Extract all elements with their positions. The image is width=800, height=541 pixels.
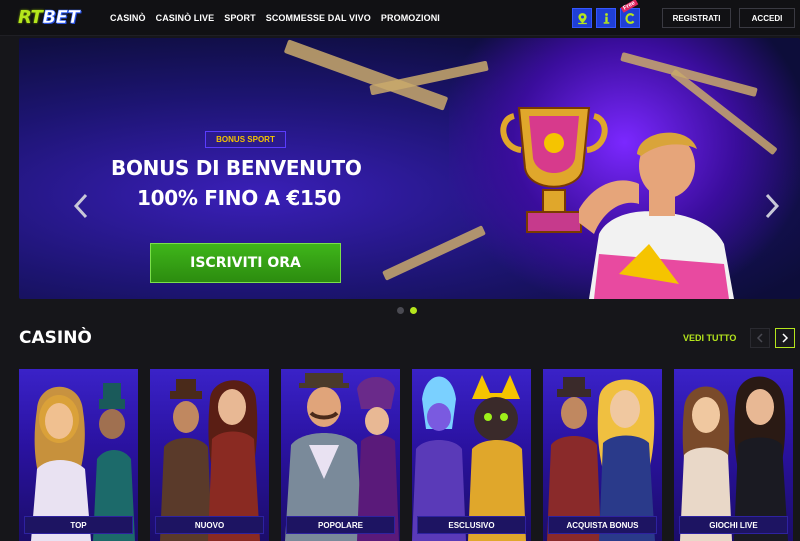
category-label: ACQUISTA BONUS (548, 516, 657, 534)
nav-casino[interactable]: CASINÒ (110, 13, 146, 23)
category-label: NUOVO (155, 516, 264, 534)
nav-sport[interactable]: SPORT (224, 13, 256, 23)
top-bar: RTBET CASINÒ CASINÒ LIVE SPORT SCOMMESSE… (0, 0, 800, 36)
carousel-prev-icon[interactable] (72, 192, 90, 220)
category-label: GIOCHI LIVE (679, 516, 788, 534)
nav-promozioni[interactable]: PROMOZIONI (381, 13, 440, 23)
category-label: POPOLARE (286, 516, 395, 534)
rtbet-logo[interactable]: RTBET (18, 7, 80, 29)
carousel-dots (397, 307, 417, 314)
chevron-left-icon (756, 333, 763, 343)
player-illustration (579, 132, 734, 299)
carousel-next-icon[interactable] (763, 192, 781, 220)
category-card-esclusivo[interactable]: ESCLUSIVO (412, 369, 531, 541)
hero-title: BONUS DI BENVENUTO (111, 156, 362, 180)
category-label: ESCLUSIVO (417, 516, 526, 534)
info-icon[interactable] (596, 8, 616, 28)
page: RTBET CASINÒ CASINÒ LIVE SPORT SCOMMESSE… (0, 0, 800, 541)
hero-banner[interactable]: BONUS SPORT BONUS DI BENVENUTO 100% FINO… (19, 38, 800, 299)
chevron-right-icon (782, 333, 789, 343)
nav-scommesse-dal-vivo[interactable]: SCOMMESSE DAL VIVO (266, 13, 371, 23)
category-card-popolare[interactable]: POPOLARE (281, 369, 400, 541)
carousel-dot[interactable] (397, 307, 404, 314)
category-label: TOP (24, 516, 133, 534)
category-card-nuovo[interactable]: NUOVO (150, 369, 269, 541)
main-nav: CASINÒ CASINÒ LIVE SPORT SCOMMESSE DAL V… (110, 0, 440, 36)
section-next-button[interactable] (775, 328, 795, 348)
bonus-badge: BONUS SPORT (205, 131, 286, 148)
header-icons (572, 8, 640, 28)
category-card-acquista-bonus[interactable]: ACQUISTA BONUS (543, 369, 662, 541)
location-icon[interactable] (572, 8, 592, 28)
logo-rt: RT (18, 7, 43, 28)
category-cards: TOP NUOVO POPOLARE ESCLUSIVO ACQUISTA BO… (19, 369, 793, 541)
section-title-casino: CASINÒ (19, 328, 92, 348)
hero-subtitle: 100% FINO A €150 (137, 186, 341, 210)
category-card-giochi-live[interactable]: GIOCHI LIVE (674, 369, 793, 541)
section-prev-button[interactable] (750, 328, 770, 348)
carousel-dot-active[interactable] (410, 307, 417, 314)
signup-cta-button[interactable]: ISCRIVITI ORA (150, 243, 341, 283)
register-button[interactable]: REGISTRATI (662, 8, 731, 28)
category-card-top[interactable]: TOP (19, 369, 138, 541)
login-button[interactable]: ACCEDI (739, 8, 795, 28)
logo-bet: BET (42, 7, 80, 29)
nav-casino-live[interactable]: CASINÒ LIVE (156, 13, 215, 23)
see-all-link[interactable]: VEDI TUTTO (683, 333, 736, 343)
